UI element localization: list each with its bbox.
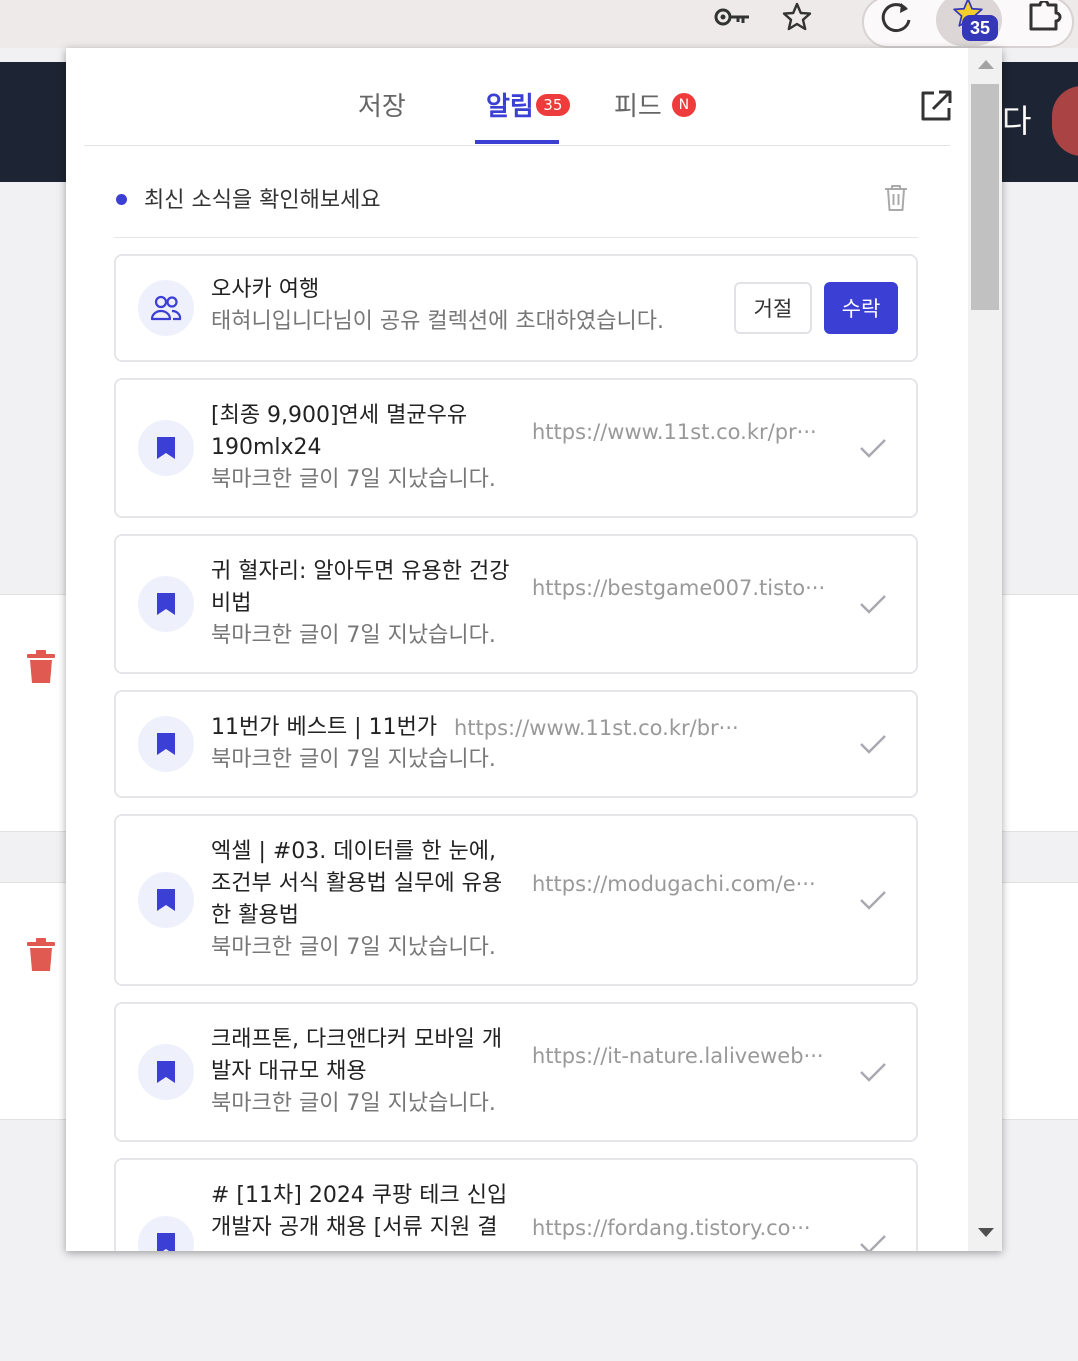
bookmark-icon <box>138 716 194 772</box>
notification-url[interactable]: https://www.11st.co.kr/pr··· <box>532 416 817 448</box>
notification-url[interactable]: https://bestgame007.tisto··· <box>532 572 825 604</box>
check-icon[interactable] <box>858 592 888 616</box>
extension-popup: 저장 알림 35 피드 N 최신 소식을 확인해보세요 오사카 여행 태혀니입니… <box>66 48 1002 1251</box>
notification-count-badge: 35 <box>535 93 570 116</box>
invite-subtitle: 태혀니입니다님이 공유 컬렉션에 초대하였습니다. <box>211 309 665 334</box>
notification-title-line: 개발자 공개 채용 [서류 지원 결 <box>211 1215 498 1240</box>
delete-all-trash-icon[interactable] <box>884 184 908 212</box>
trash-icon[interactable] <box>26 938 56 972</box>
bookmark-star-icon[interactable] <box>780 0 814 34</box>
new-badge: N <box>671 92 696 117</box>
popup-tabs: 저장 알림 35 피드 N <box>84 48 952 146</box>
group-icon <box>138 280 194 336</box>
open-external-icon[interactable] <box>918 88 954 124</box>
active-tab-indicator <box>475 140 559 144</box>
news-header: 최신 소식을 확인해보세요 <box>114 174 918 238</box>
notification-subtitle: 북마크한 글이 7일 지났습니다. <box>211 935 496 960</box>
notification-title-line: 귀 혈자리: 알아두면 유용한 건강 <box>211 559 510 584</box>
extensions-puzzle-icon[interactable] <box>1024 0 1064 34</box>
tab-label: 피드 <box>614 92 662 122</box>
scroll-down-arrow-icon[interactable] <box>978 1228 994 1237</box>
unread-dot <box>116 194 127 205</box>
notification-title-line: 발자 대규모 채용 <box>211 1059 367 1084</box>
scroll-up-arrow-icon[interactable] <box>978 60 994 69</box>
notification-url[interactable]: https://fordang.tistory.co··· <box>532 1212 811 1244</box>
background-header-text: 다 <box>1002 102 1032 140</box>
notification-subtitle: 북마크한 글이 7일 지났습니다. <box>211 623 496 648</box>
notification-title-line: [최종 9,900]연세 멸균우유 <box>211 403 468 428</box>
notification-title-line: 한 활용법 <box>211 903 299 928</box>
trash-icon[interactable] <box>26 650 56 684</box>
notification-subtitle: 북마크한 글이 7일 지났습니다. <box>211 467 496 492</box>
notification-subtitle: 북마크한 글이 7일 지났습니다. <box>211 747 496 772</box>
tab-label: 알림 <box>486 92 534 122</box>
notification-title-line: 엑셀 | #03. 데이터를 한 눈에, <box>211 839 496 864</box>
notification-title-line: 비법 <box>211 591 252 616</box>
notification-url[interactable]: https://it-nature.laliveweb··· <box>532 1040 824 1072</box>
reload-icon[interactable] <box>876 0 916 34</box>
notification-title-line: 크래프톤, 다크앤다커 모바일 개 <box>211 1027 503 1052</box>
tab-notifications[interactable]: 알림 35 <box>486 86 570 123</box>
check-icon[interactable] <box>858 732 888 756</box>
news-text: 최신 소식을 확인해보세요 <box>144 188 381 213</box>
accept-button[interactable]: 수락 <box>824 282 898 334</box>
notification-card[interactable]: # [11차] 2024 쿠팡 테크 신입 개발자 공개 채용 [서류 지원 결… <box>114 1158 918 1251</box>
notification-url[interactable]: https://modugachi.com/e··· <box>532 868 816 900</box>
notification-title-line: # [11차] 2024 쿠팡 테크 신입 <box>211 1183 508 1208</box>
notification-title-line: 190mlx24 <box>211 435 322 460</box>
bookmark-icon <box>138 1216 194 1251</box>
scroll-thumb[interactable] <box>971 84 999 310</box>
invite-title: 오사카 여행 <box>211 277 320 302</box>
reject-button[interactable]: 거절 <box>734 282 812 334</box>
notification-card[interactable]: [최종 9,900]연세 멸균우유 190mlx24 북마크한 글이 7일 지났… <box>114 378 918 518</box>
check-icon[interactable] <box>858 436 888 460</box>
notification-subtitle: 북마크한 글이 7일 지났습니다. <box>211 1091 496 1116</box>
extension-count-badge: 35 <box>962 15 998 41</box>
check-icon[interactable] <box>858 888 888 912</box>
notification-title-line: 조건부 서식 활용법 실무에 유용 <box>211 871 503 896</box>
notification-card[interactable]: 귀 혈자리: 알아두면 유용한 건강 비법 북마크한 글이 7일 지났습니다. … <box>114 534 918 674</box>
tab-label: 저장 <box>358 92 406 122</box>
invite-card: 오사카 여행 태혀니입니다님이 공유 컬렉션에 초대하였습니다. 거절 수락 <box>114 254 918 362</box>
bookmark-icon <box>138 872 194 928</box>
popup-scrollbar[interactable] <box>968 48 1002 1251</box>
tab-feed[interactable]: 피드 N <box>614 86 696 123</box>
tab-save[interactable]: 저장 <box>358 86 406 123</box>
notification-card[interactable]: 11번가 베스트 | 11번가 북마크한 글이 7일 지났습니다. https:… <box>114 690 918 798</box>
check-icon[interactable] <box>858 1232 888 1251</box>
password-key-icon[interactable] <box>712 0 752 34</box>
check-icon[interactable] <box>858 1060 888 1084</box>
bookmark-icon <box>138 1044 194 1100</box>
browser-toolbar: 35 <box>0 0 1078 48</box>
notification-card[interactable]: 엑셀 | #03. 데이터를 한 눈에, 조건부 서식 활용법 실무에 유용 한… <box>114 814 918 986</box>
bookmark-icon <box>138 576 194 632</box>
notification-card[interactable]: 크래프톤, 다크앤다커 모바일 개 발자 대규모 채용 북마크한 글이 7일 지… <box>114 1002 918 1142</box>
bookmark-icon <box>138 420 194 476</box>
notification-url[interactable]: https://www.11st.co.kr/br··· <box>454 712 739 744</box>
notification-title-line: 11번가 베스트 | 11번가 <box>211 715 438 740</box>
